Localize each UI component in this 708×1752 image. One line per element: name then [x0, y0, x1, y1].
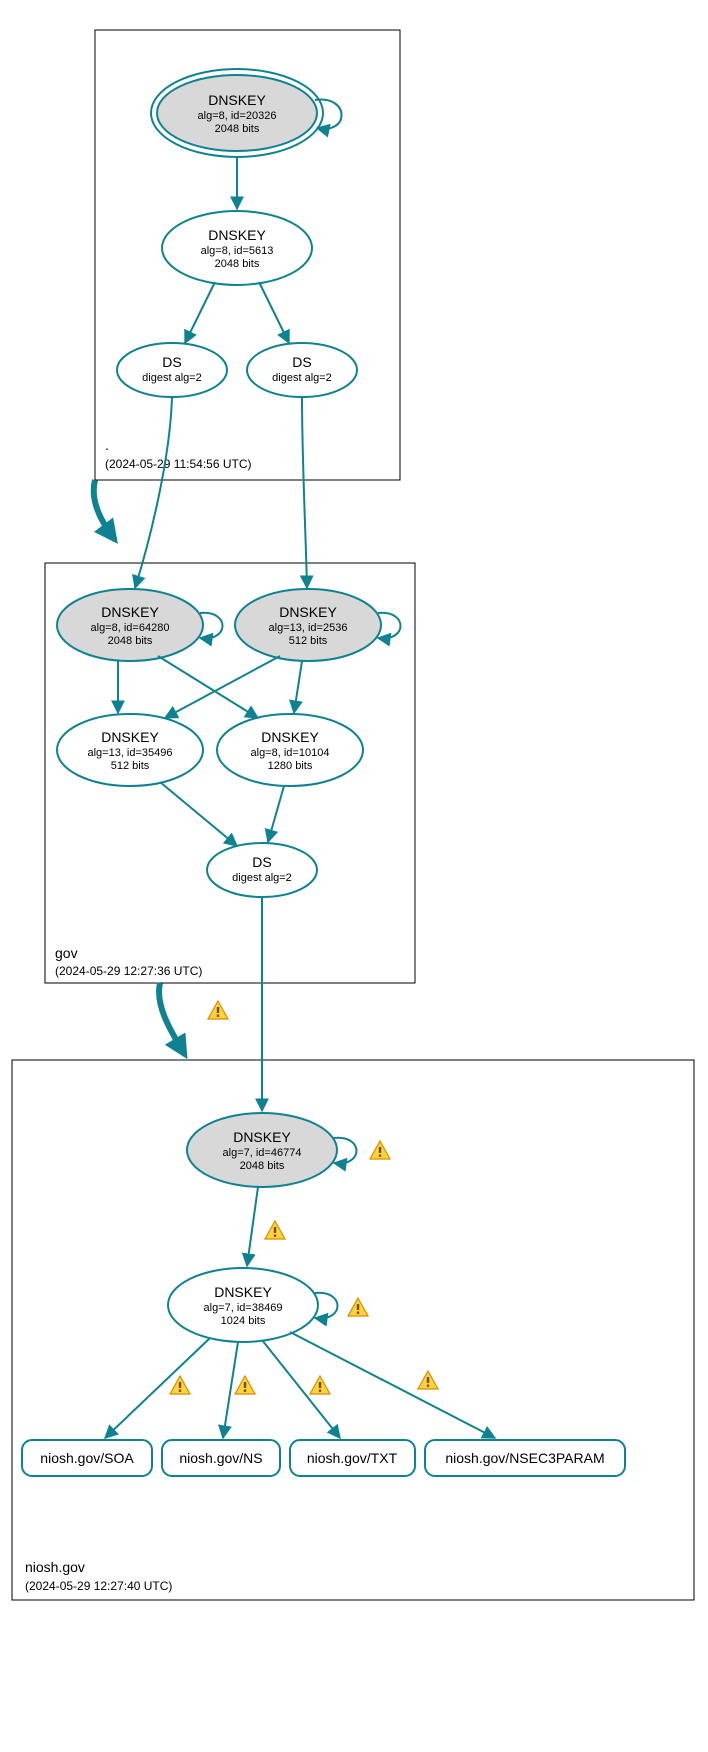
svg-text:1024 bits: 1024 bits: [221, 1315, 266, 1327]
svg-text:alg=8, id=20326: alg=8, id=20326: [198, 110, 277, 122]
svg-text:DNSKEY: DNSKEY: [261, 729, 319, 745]
svg-text:alg=7, id=38469: alg=7, id=38469: [204, 1302, 283, 1314]
svg-text:digest alg=2: digest alg=2: [142, 372, 202, 384]
record-ns: niosh.gov/NS: [162, 1440, 280, 1476]
warning-icon: [418, 1371, 438, 1389]
zone-niosh-name: niosh.gov: [25, 1559, 85, 1575]
svg-text:alg=8, id=64280: alg=8, id=64280: [91, 622, 170, 634]
svg-text:digest alg=2: digest alg=2: [272, 372, 332, 384]
svg-text:DNSKEY: DNSKEY: [208, 227, 266, 243]
svg-text:DNSKEY: DNSKEY: [214, 1284, 272, 1300]
edge-ds2-govkey2: [302, 397, 307, 588]
edge-gk1-gk4: [158, 656, 258, 718]
svg-text:DNSKEY: DNSKEY: [101, 604, 159, 620]
warning-icon: [265, 1221, 285, 1239]
edge-gk4-ds: [268, 786, 284, 842]
edge-zsk-soa: [105, 1338, 210, 1438]
record-txt: niosh.gov/TXT: [290, 1440, 415, 1476]
zone-gov-name: gov: [55, 945, 78, 961]
edge-gk2-gk3: [165, 656, 280, 718]
warning-icon: [370, 1141, 390, 1159]
svg-text:2048 bits: 2048 bits: [215, 258, 260, 270]
warning-icon: [208, 1001, 228, 1019]
zone-gov-timestamp: (2024-05-29 12:27:36 UTC): [55, 964, 202, 978]
edge-root-to-gov-zone: [94, 480, 115, 540]
node-gov-key4: DNSKEY alg=8, id=10104 1280 bits: [217, 714, 363, 786]
svg-text:DS: DS: [292, 354, 311, 370]
node-niosh-ksk: DNSKEY alg=7, id=46774 2048 bits: [187, 1113, 337, 1187]
zone-root-name: .: [105, 437, 109, 453]
node-gov-key1: DNSKEY alg=8, id=64280 2048 bits: [57, 589, 203, 661]
svg-text:niosh.gov/NS: niosh.gov/NS: [179, 1450, 262, 1466]
svg-text:512 bits: 512 bits: [289, 635, 328, 647]
edge-zsk-txt: [262, 1340, 340, 1438]
svg-text:alg=13, id=2536: alg=13, id=2536: [269, 622, 348, 634]
zone-root-timestamp: (2024-05-29 11:54:56 UTC): [105, 457, 252, 471]
svg-text:digest alg=2: digest alg=2: [232, 872, 292, 884]
svg-text:2048 bits: 2048 bits: [215, 123, 260, 135]
svg-text:DNSKEY: DNSKEY: [101, 729, 159, 745]
svg-text:alg=8, id=10104: alg=8, id=10104: [251, 747, 330, 759]
warning-icon: [170, 1376, 190, 1394]
warning-icon: [348, 1298, 368, 1316]
svg-text:alg=8, id=5613: alg=8, id=5613: [201, 245, 274, 257]
edge-nksk-nzsk: [247, 1187, 258, 1266]
svg-text:niosh.gov/SOA: niosh.gov/SOA: [40, 1450, 134, 1466]
svg-text:alg=13, id=35496: alg=13, id=35496: [87, 747, 172, 759]
warning-icon: [235, 1376, 255, 1394]
svg-text:niosh.gov/TXT: niosh.gov/TXT: [307, 1450, 398, 1466]
edge-root-zsk-ds2: [259, 282, 289, 343]
svg-text:DNSKEY: DNSKEY: [208, 92, 266, 108]
edge-root-ksk-self: [315, 100, 342, 129]
edge-root-zsk-ds1: [185, 282, 215, 343]
node-niosh-zsk: DNSKEY alg=7, id=38469 1024 bits: [168, 1268, 318, 1342]
node-gov-key3: DNSKEY alg=13, id=35496 512 bits: [57, 714, 203, 786]
node-root-ksk: DNSKEY alg=8, id=20326 2048 bits: [151, 69, 323, 157]
edge-zsk-ns: [223, 1342, 238, 1438]
node-gov-ds: DS digest alg=2: [207, 843, 317, 897]
edge-gk2-gk4: [294, 661, 302, 713]
node-root-ds2: DS digest alg=2: [247, 343, 357, 397]
record-soa: niosh.gov/SOA: [22, 1440, 152, 1476]
svg-text:1280 bits: 1280 bits: [268, 760, 313, 772]
node-root-ds1: DS digest alg=2: [117, 343, 227, 397]
edge-ds1-govkey1: [135, 397, 172, 588]
node-gov-key2: DNSKEY alg=13, id=2536 512 bits: [235, 589, 381, 661]
svg-text:DNSKEY: DNSKEY: [279, 604, 337, 620]
svg-text:alg=7, id=46774: alg=7, id=46774: [223, 1147, 302, 1159]
zone-niosh: niosh.gov (2024-05-29 12:27:40 UTC): [12, 1060, 694, 1600]
svg-text:niosh.gov/NSEC3PARAM: niosh.gov/NSEC3PARAM: [445, 1450, 604, 1466]
svg-text:2048 bits: 2048 bits: [240, 1160, 285, 1172]
node-root-zsk: DNSKEY alg=8, id=5613 2048 bits: [162, 211, 312, 285]
svg-text:DS: DS: [162, 354, 181, 370]
zone-niosh-timestamp: (2024-05-29 12:27:40 UTC): [25, 1579, 172, 1593]
svg-text:2048 bits: 2048 bits: [108, 635, 153, 647]
svg-text:512 bits: 512 bits: [111, 760, 150, 772]
edge-gk3-ds: [160, 782, 237, 846]
edge-gov-to-niosh-zone: [159, 983, 185, 1055]
svg-text:DNSKEY: DNSKEY: [233, 1129, 291, 1145]
svg-text:DS: DS: [252, 854, 271, 870]
warning-icon: [310, 1376, 330, 1394]
record-nsec3param: niosh.gov/NSEC3PARAM: [425, 1440, 625, 1476]
